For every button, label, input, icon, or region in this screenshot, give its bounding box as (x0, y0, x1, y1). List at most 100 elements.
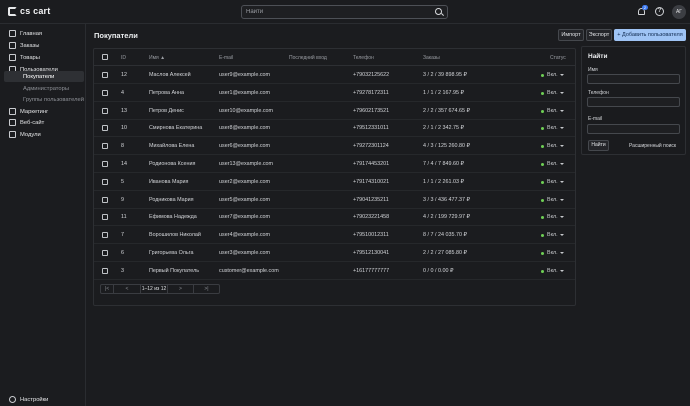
cell-email[interactable]: user5@example.com (219, 197, 270, 203)
cell-email[interactable]: user13@example.com (219, 161, 273, 167)
sidebar-item-home[interactable]: Главная (4, 28, 84, 39)
sidebar-item-user-groups[interactable]: Группы пользователей (4, 94, 84, 105)
cell-name[interactable]: Иванова Мария (149, 179, 188, 185)
header-orders[interactable]: Заказы (423, 55, 440, 61)
cell-email[interactable]: user3@example.com (219, 250, 270, 256)
export-button[interactable]: Экспорт (586, 29, 612, 41)
row-checkbox[interactable] (102, 143, 108, 150)
table-row[interactable]: 5 Иванова Мария user2@example.com +79174310… (94, 173, 575, 191)
status-select[interactable]: Вкл. (547, 214, 558, 220)
chevron-down-icon[interactable] (560, 216, 564, 219)
advanced-search-link[interactable]: Расширенный поиск (629, 143, 676, 149)
sidebar-item-marketing[interactable]: Маркетинг (4, 106, 84, 117)
row-checkbox[interactable] (102, 250, 108, 256)
header-phone[interactable]: Телефон (353, 55, 374, 61)
chevron-down-icon[interactable] (560, 180, 564, 183)
row-checkbox[interactable] (102, 107, 108, 114)
chevron-down-icon[interactable] (560, 163, 564, 165)
sidebar-item-settings[interactable]: Настройки (4, 394, 84, 405)
chevron-down-icon[interactable] (560, 91, 564, 94)
table-row[interactable]: 6 Григорьева Ольга user3@example.com +79512… (94, 244, 575, 262)
chevron-down-icon[interactable] (560, 234, 564, 237)
status-select[interactable]: Вкл. (547, 108, 558, 114)
next-page-button[interactable]: > (168, 285, 194, 293)
chevron-down-icon[interactable] (560, 269, 564, 272)
status-select[interactable]: Вкл. (547, 90, 558, 96)
table-row[interactable]: 12 Маслов Алексей user9@example.com +790321… (94, 66, 575, 84)
cell-email[interactable]: user7@example.com (219, 214, 270, 220)
table-row[interactable]: 11 Ефимова Надежда user7@example.com +79023… (94, 208, 575, 227)
sidebar-item-website[interactable]: Веб-сайт (4, 117, 84, 128)
row-checkbox[interactable] (102, 125, 108, 132)
search-icon[interactable] (435, 8, 442, 15)
status-select[interactable]: Вкл. (547, 250, 558, 256)
row-checkbox[interactable] (102, 232, 108, 239)
add-user-button[interactable]: + Добавить пользователя (614, 29, 686, 41)
sidebar-item-modules[interactable]: Модули (4, 129, 84, 140)
sidebar-item-administrators[interactable]: Администраторы (4, 83, 84, 94)
help-icon[interactable]: ? (655, 7, 664, 16)
cell-email[interactable]: user10@example.com (219, 108, 273, 114)
cell-name[interactable]: Смирнова Екатерина (149, 125, 202, 131)
status-select[interactable]: Вкл. (547, 161, 558, 167)
status-select[interactable]: Вкл. (547, 197, 558, 203)
cell-name[interactable]: Родионова Ксения (149, 161, 195, 167)
row-checkbox[interactable] (102, 72, 108, 78)
header-name[interactable]: Имя ▲ (149, 55, 165, 61)
select-all-checkbox[interactable] (102, 54, 108, 60)
row-checkbox[interactable] (102, 178, 108, 185)
table-row[interactable]: 14 Родионова Ксения user13@example.com +791… (94, 155, 575, 173)
last-page-button[interactable]: >| (194, 285, 219, 293)
logo[interactable]: cs cart (8, 6, 50, 16)
cell-name[interactable]: Петров Денис (149, 108, 184, 114)
status-select[interactable]: Вкл. (547, 179, 558, 185)
header-email[interactable]: E-mail (219, 55, 233, 61)
table-row[interactable]: 4 Петрова Анна user1@example.com +792781723… (94, 84, 575, 102)
status-select[interactable]: Вкл. (547, 268, 558, 274)
cell-email[interactable]: user6@example.com (219, 143, 270, 149)
table-row[interactable]: 3 Первый Покупатель customer@example.com +1… (94, 262, 575, 280)
header-last-login[interactable]: Последний вход (289, 55, 327, 61)
table-row[interactable]: 10 Смирнова Екатерина user8@example.com +79… (94, 119, 575, 138)
header-id[interactable]: ID (121, 55, 126, 61)
status-select[interactable]: Вкл. (547, 125, 558, 131)
first-page-button[interactable]: |< (101, 285, 114, 293)
cell-name[interactable]: Первый Покупатель (149, 268, 199, 274)
prev-page-button[interactable]: < (114, 285, 141, 293)
filter-name-input[interactable] (587, 74, 680, 84)
cell-email[interactable]: user2@example.com (219, 179, 270, 185)
row-checkbox[interactable] (102, 161, 108, 167)
cell-name[interactable]: Родникова Мария (149, 197, 194, 203)
cell-email[interactable]: user8@example.com (219, 125, 270, 131)
row-checkbox[interactable] (102, 267, 108, 274)
chevron-down-icon[interactable] (560, 109, 564, 112)
row-checkbox[interactable] (102, 196, 108, 203)
search-input[interactable] (242, 6, 432, 18)
header-status[interactable]: Статус (550, 55, 566, 61)
cell-email[interactable]: user9@example.com (219, 72, 270, 78)
chevron-down-icon[interactable] (560, 74, 564, 76)
status-select[interactable]: Вкл. (547, 232, 558, 238)
cell-email[interactable]: customer@example.com (219, 268, 279, 274)
sidebar-item-customers[interactable]: Покупатели (4, 71, 84, 82)
table-row[interactable]: 7 Ворошилов Николай user4@example.com +7951… (94, 226, 575, 245)
status-select[interactable]: Вкл. (547, 72, 558, 78)
filter-phone-input[interactable] (587, 97, 680, 107)
chevron-down-icon[interactable] (560, 252, 564, 254)
table-row[interactable]: 9 Родникова Мария user5@example.com +790412… (94, 191, 575, 209)
cell-email[interactable]: user4@example.com (219, 232, 270, 238)
cell-name[interactable]: Ефимова Надежда (149, 214, 197, 220)
cell-name[interactable]: Михайлова Елена (149, 143, 194, 149)
row-checkbox[interactable] (102, 214, 108, 221)
filter-submit-button[interactable]: Найти (588, 140, 609, 151)
chevron-down-icon[interactable] (560, 145, 564, 148)
sidebar-item-products[interactable]: Товары (4, 52, 84, 63)
chevron-down-icon[interactable] (560, 198, 564, 201)
cell-name[interactable]: Петрова Анна (149, 90, 184, 96)
notifications-button[interactable]: 2 (637, 5, 648, 16)
status-select[interactable]: Вкл. (547, 143, 558, 149)
row-checkbox[interactable] (102, 89, 108, 96)
import-button[interactable]: Импорт (558, 29, 584, 41)
sidebar-item-orders[interactable]: Заказы (4, 40, 84, 51)
filter-email-input[interactable] (587, 124, 680, 134)
